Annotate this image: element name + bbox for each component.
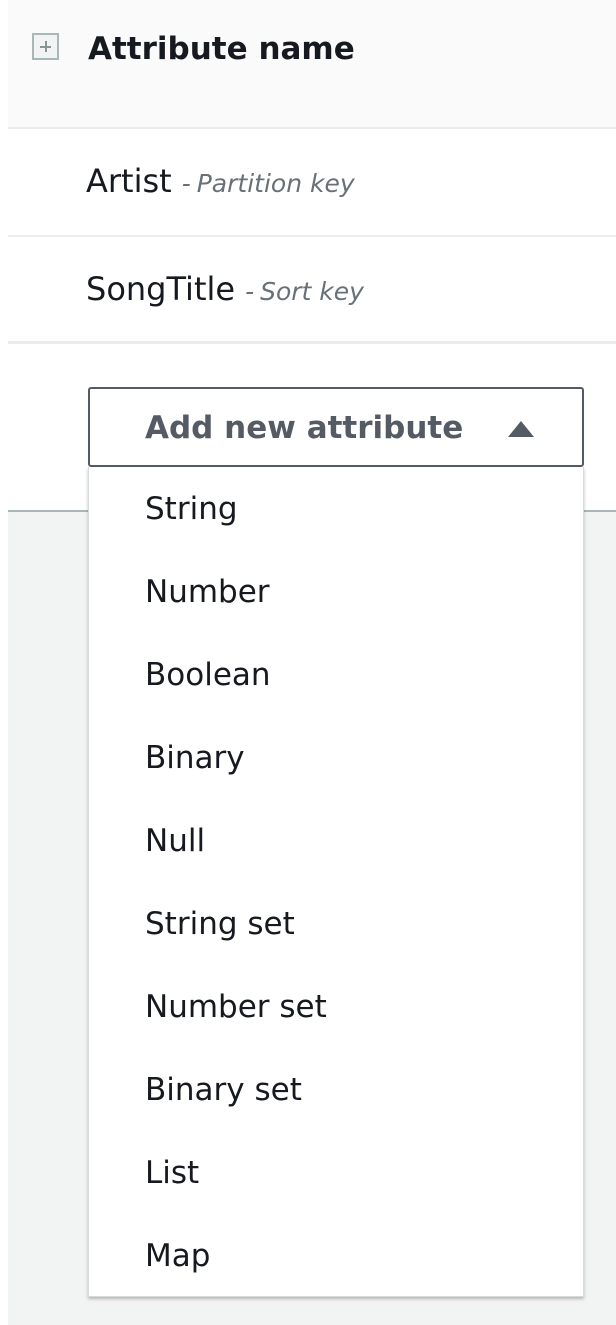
menu-item-label: List — [145, 1155, 200, 1191]
menu-item-label: Number — [145, 574, 270, 610]
attribute-separator: - — [181, 169, 191, 198]
caret-up-icon — [508, 421, 534, 437]
menu-item-label: Binary — [145, 740, 245, 776]
menu-item-label: String set — [145, 906, 295, 942]
menu-item-boolean[interactable]: Boolean — [89, 635, 583, 718]
table-header: Attribute name — [8, 0, 616, 129]
menu-item-label: Number set — [145, 989, 327, 1025]
attribute-separator: - — [245, 277, 255, 306]
expand-all-icon[interactable] — [32, 33, 59, 60]
attribute-row: SongTitle - Sort key — [8, 237, 616, 344]
menu-item-list[interactable]: List — [89, 1133, 583, 1216]
menu-item-label: Boolean — [145, 657, 271, 693]
menu-item-string-set[interactable]: String set — [89, 884, 583, 967]
add-new-attribute-button[interactable]: Add new attribute — [88, 387, 584, 467]
menu-item-binary[interactable]: Binary — [89, 718, 583, 801]
attribute-type-menu: String Number Boolean Binary Null String… — [88, 467, 584, 1297]
menu-item-string[interactable]: String — [89, 469, 583, 552]
menu-item-label: String — [145, 491, 238, 527]
attribute-key-type: Partition key — [196, 169, 355, 198]
menu-item-number-set[interactable]: Number set — [89, 967, 583, 1050]
menu-item-number[interactable]: Number — [89, 552, 583, 635]
menu-item-null[interactable]: Null — [89, 801, 583, 884]
add-new-attribute-label: Add new attribute — [145, 410, 464, 446]
attribute-key-type: Sort key — [260, 277, 364, 306]
column-header-attribute-name: Attribute name — [88, 31, 355, 67]
menu-item-label: Binary set — [145, 1072, 302, 1108]
menu-item-label: Null — [145, 823, 206, 859]
attribute-row: Artist - Partition key — [8, 129, 616, 237]
menu-item-map[interactable]: Map — [89, 1216, 583, 1299]
menu-item-label: Map — [145, 1238, 211, 1274]
attribute-name: Artist — [86, 162, 172, 200]
attribute-name: SongTitle — [86, 270, 236, 308]
menu-item-binary-set[interactable]: Binary set — [89, 1050, 583, 1133]
